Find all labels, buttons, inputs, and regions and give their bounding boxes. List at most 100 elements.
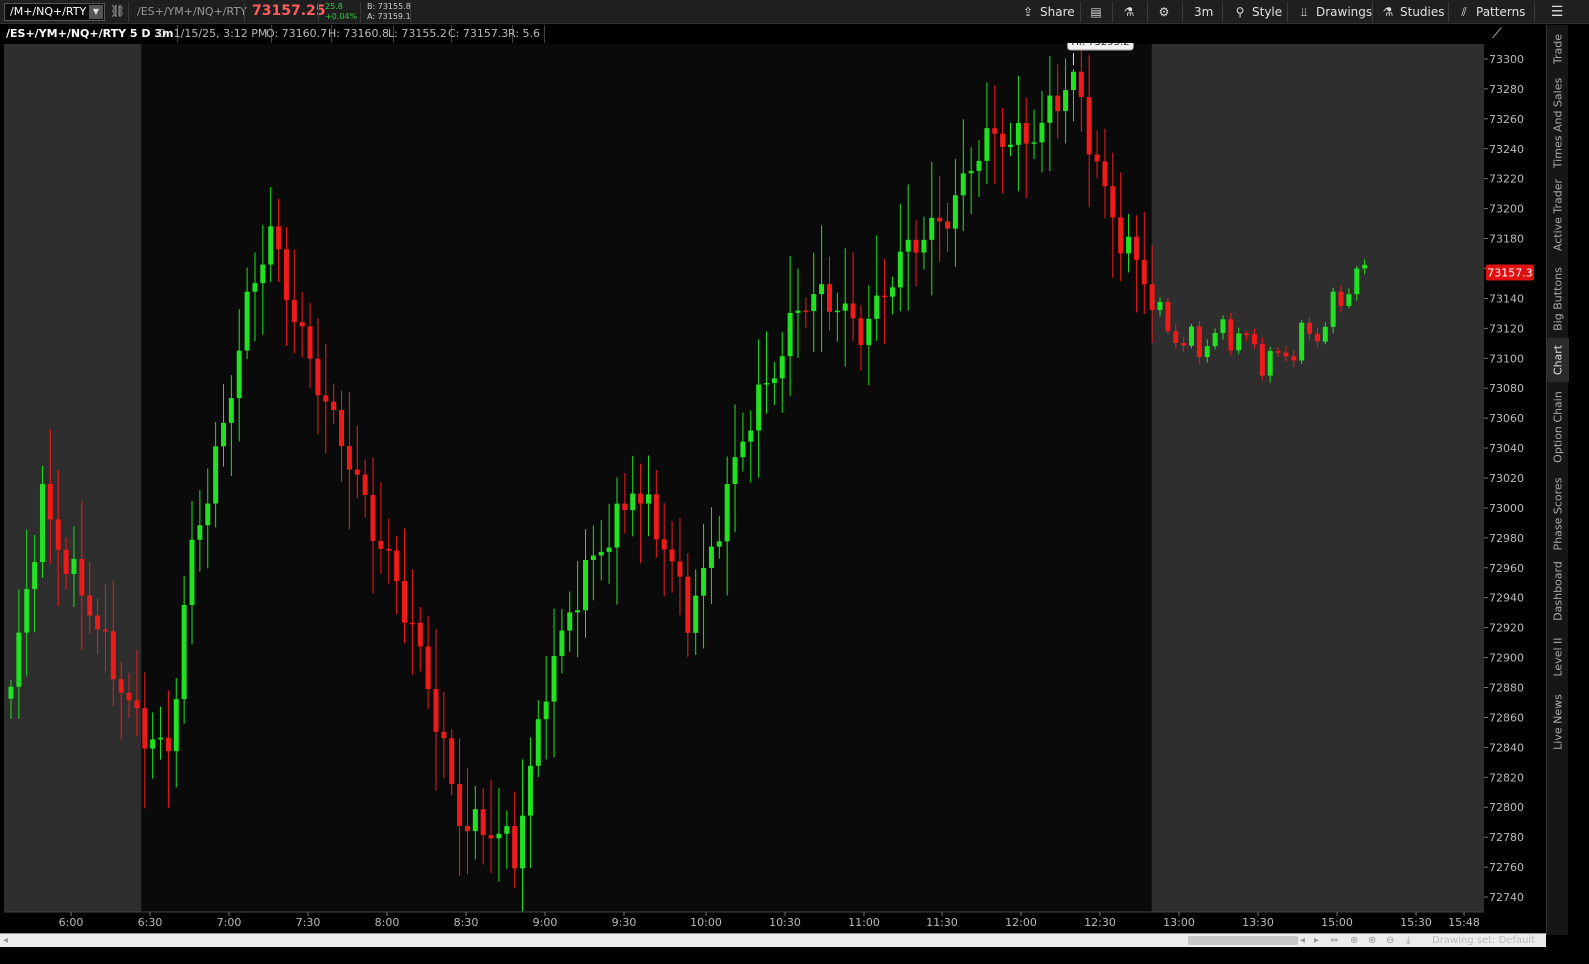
scroll-right-icon[interactable]: ▸: [1314, 934, 1319, 948]
candle-body: [441, 731, 447, 739]
flask-button[interactable]: ⚗: [1121, 2, 1141, 22]
bid-ask: B: 73155.8 A: 73159.1: [367, 2, 411, 22]
toolbar-divider: [1080, 2, 1081, 22]
candle-body: [1118, 217, 1124, 254]
candle-body: [527, 765, 533, 816]
candle-body: [480, 809, 486, 836]
candle-body: [1157, 301, 1163, 310]
x-tick-label: 15:30: [1400, 916, 1432, 929]
tab-live-news[interactable]: Live News: [1547, 687, 1569, 757]
candle-body: [992, 128, 998, 134]
studies-button[interactable]: ⚗ Studies: [1380, 2, 1445, 22]
tab-dashboard[interactable]: Dashboard: [1547, 555, 1569, 627]
candle-body: [268, 226, 274, 265]
candle-body: [764, 383, 770, 385]
candle-body: [559, 630, 565, 656]
tab-trade[interactable]: Trade: [1547, 25, 1569, 73]
candle-body: [850, 303, 856, 319]
candle-body: [71, 558, 77, 574]
candle-body: [1307, 322, 1313, 334]
tab-times-and-sales[interactable]: Times And Sales: [1547, 73, 1569, 173]
tab-label: Phase Scores: [1551, 477, 1565, 551]
draw-line-icon[interactable]: ⟋: [1492, 26, 1502, 42]
settings-button[interactable]: ⚙: [1156, 2, 1176, 22]
crosshair-icon[interactable]: ⊕: [1350, 934, 1358, 948]
candle-body: [551, 655, 557, 702]
drawing-tool-icon[interactable]: ⤓: [1406, 934, 1410, 948]
candle-body: [24, 589, 30, 633]
candle-body: [803, 310, 809, 313]
candle-body: [110, 631, 116, 680]
candle-body: [732, 457, 738, 485]
timeframe-button[interactable]: 3m: [1194, 2, 1213, 22]
y-tick-label: 73260: [1489, 113, 1524, 126]
drawing-icon: ⫫: [1300, 5, 1308, 19]
regular-session-bg: [141, 44, 1152, 912]
chart-scrollbar[interactable]: ◂ ◂ ▸ ⇔ ⊕ ⊕ ⊖ ⤓ Drawing set: Default: [0, 933, 1546, 947]
candle-body: [220, 422, 226, 447]
candle-body: [1039, 122, 1045, 143]
candle-body: [307, 326, 313, 359]
candle-body: [102, 629, 108, 632]
tab-phase-scores[interactable]: Phase Scores: [1547, 473, 1569, 555]
x-tick-label: 15:00: [1321, 916, 1353, 929]
tab-chart[interactable]: Chart: [1547, 338, 1569, 382]
bid-value: B: 73155.8: [367, 2, 411, 11]
tab-label: Chart: [1551, 344, 1565, 376]
link-icon[interactable]: ⛓: [110, 4, 125, 20]
toolbar-divider: [1448, 2, 1449, 22]
scroll-left-icon[interactable]: ◂: [3, 934, 8, 948]
x-tick-label: 13:30: [1242, 916, 1274, 929]
zoom-out-icon[interactable]: ⊖: [1386, 934, 1394, 948]
symbol-description: /ES+/YM+/NQ+/RTY: [137, 5, 247, 18]
candle-body: [1228, 319, 1234, 351]
gear-icon: ⚙: [1158, 5, 1170, 19]
y-tick-label: 73020: [1489, 472, 1524, 485]
price-chart[interactable]: Hi: 73293.273300732807326073240732207320…: [0, 0, 1589, 964]
drawing-set-label[interactable]: Drawing set: Default: [1432, 934, 1535, 948]
y-tick-label: 72740: [1489, 891, 1524, 904]
toolbar-divider: [1222, 2, 1223, 22]
candle-body: [1314, 333, 1320, 342]
share-button[interactable]: ⇪ Share: [1020, 2, 1075, 22]
candle-body: [968, 170, 974, 174]
notebook-icon: ▤: [1090, 5, 1102, 19]
chevron-down-icon[interactable]: ▼: [89, 5, 103, 19]
candle-body: [449, 738, 455, 785]
x-tick-label: 10:00: [690, 916, 722, 929]
bar-close: C: 73157.3: [444, 25, 514, 43]
tab-big-buttons[interactable]: Big Buttons: [1547, 259, 1569, 339]
drawings-button[interactable]: ⫫ Drawings: [1296, 2, 1373, 22]
candle-body: [1086, 97, 1092, 155]
tab-level-ii[interactable]: Level II: [1547, 628, 1569, 686]
scroll-thumb[interactable]: [1188, 936, 1298, 945]
candle-body: [669, 549, 675, 562]
x-tick-label: 7:30: [296, 916, 321, 929]
candle-body: [787, 312, 793, 357]
candle-body: [425, 646, 431, 690]
y-tick-label: 72960: [1489, 562, 1524, 575]
patterns-button[interactable]: ⫽ Patterns: [1456, 2, 1525, 22]
y-tick-label: 72780: [1489, 831, 1524, 844]
tab-label: Option Chain: [1551, 391, 1565, 463]
menu-icon[interactable]: ☰: [1548, 2, 1566, 22]
y-tick-label: 73060: [1489, 412, 1524, 425]
candle-body: [370, 495, 376, 541]
toolbar-divider: [1534, 2, 1535, 22]
snapshot-button[interactable]: ▤: [1088, 2, 1108, 22]
candle-body: [378, 540, 384, 549]
tab-option-chain[interactable]: Option Chain: [1547, 385, 1569, 469]
toolbar-divider: [244, 2, 245, 22]
x-tick-label: 8:30: [454, 916, 479, 929]
candle-body: [1196, 326, 1202, 357]
candle-body: [346, 446, 352, 470]
x-tick-label: 12:30: [1084, 916, 1116, 929]
y-tick-label: 73200: [1489, 203, 1524, 216]
zoom-in-icon[interactable]: ⊕: [1368, 934, 1376, 948]
expand-icon[interactable]: ⇔: [1330, 934, 1338, 948]
style-button[interactable]: ⚲ Style: [1232, 2, 1283, 22]
tab-active-trader[interactable]: Active Trader: [1547, 175, 1569, 255]
candle-body: [354, 469, 360, 475]
x-tick-label: 13:00: [1163, 916, 1195, 929]
scroll-left-icon[interactable]: ◂: [1300, 934, 1305, 948]
